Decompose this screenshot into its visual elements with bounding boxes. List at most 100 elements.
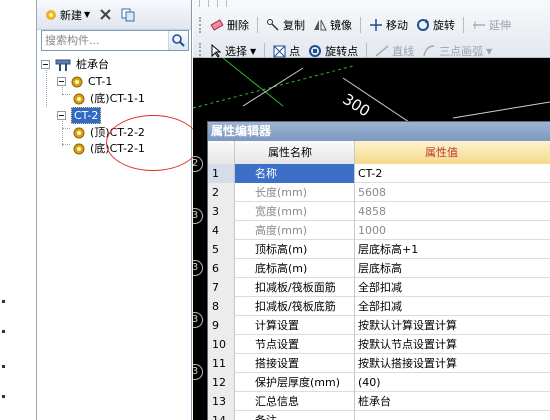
property-row[interactable]: 9 计算设置 按默认计算设置计算 <box>208 316 550 335</box>
property-value[interactable]: 全部扣减 <box>355 297 550 316</box>
property-editor-dialog: 属性编辑器 属性名称 属性值 1 名称 CT-2 2 长度(mm) 5608 3… <box>207 121 550 420</box>
eraser-icon <box>210 19 224 31</box>
delete-button[interactable] <box>97 4 114 26</box>
property-name: 保护层厚度(mm) <box>235 373 355 392</box>
row-number: 14 <box>208 411 235 420</box>
property-row[interactable]: 13 汇总信息 桩承台 <box>208 392 550 411</box>
property-value[interactable] <box>355 411 550 420</box>
row-number: 3 <box>208 202 235 221</box>
row-number: 1 <box>208 164 235 183</box>
property-row[interactable]: 7 扣减板/筏板面筋 全部扣减 <box>208 278 550 297</box>
tree-root-node[interactable]: 桩承台 <box>41 56 111 73</box>
select-tool-label: 选择 <box>225 45 247 58</box>
tree-toolbar: 新建 ▼ <box>37 0 191 30</box>
delete-tool-button[interactable]: 删除 <box>210 17 249 33</box>
property-name: 扣减板/筏板底筋 <box>235 297 355 316</box>
property-row[interactable]: 6 底标高(m) 层底标高 <box>208 259 550 278</box>
property-name: 名称 <box>235 164 355 183</box>
extend-tool-label: 延伸 <box>489 19 511 32</box>
search-input[interactable] <box>42 31 168 50</box>
property-row[interactable]: 2 长度(mm) 5608 <box>208 183 550 202</box>
tree-node-ct2[interactable]: CT-2 <box>57 107 102 124</box>
gear-icon <box>73 93 85 104</box>
tree-node-ct1[interactable]: CT-1 <box>57 73 114 90</box>
copy-tool-button[interactable]: 复制 <box>266 17 305 33</box>
row-number: 4 <box>208 221 235 240</box>
tree-node-label: 桩承台 <box>76 58 109 71</box>
property-row[interactable]: 1 名称 CT-2 <box>208 164 550 183</box>
property-row[interactable]: 10 节点设置 按默认节点设置计算 <box>208 335 550 354</box>
property-name: 顶标高(m) <box>235 240 355 259</box>
property-name: 宽度(mm) <box>235 202 355 221</box>
property-name: 节点设置 <box>235 335 355 354</box>
row-number: 8 <box>208 297 235 316</box>
line-icon <box>375 45 389 57</box>
row-number: 6 <box>208 259 235 278</box>
property-value[interactable]: 1000 <box>355 221 550 240</box>
rotate-point-tool-button[interactable]: 旋转点 <box>308 43 358 59</box>
property-value[interactable]: (40) <box>355 373 550 392</box>
property-row[interactable]: 8 扣减板/筏板底筋 全部扣减 <box>208 297 550 316</box>
gear-icon <box>73 127 85 138</box>
tree-node-label: (底)CT-1-1 <box>90 92 145 105</box>
copy-button[interactable] <box>119 4 137 26</box>
property-row[interactable]: 14 备注 <box>208 411 550 420</box>
property-value[interactable]: 全部扣减 <box>355 278 550 297</box>
search-icon <box>172 34 185 47</box>
gear-icon <box>71 76 83 87</box>
property-value[interactable]: 4858 <box>355 202 550 221</box>
property-value[interactable]: 按默认搭接设置计算 <box>355 354 550 373</box>
grid-header-row: 属性名称 属性值 <box>208 141 550 164</box>
annotation-ellipse <box>106 115 200 171</box>
property-name: 汇总信息 <box>235 392 355 411</box>
arc-icon <box>423 45 435 57</box>
three-point-arc-tool-button[interactable]: 三点画弧 ▼ <box>422 43 492 59</box>
mirror-tool-button[interactable]: 镜像 <box>313 17 352 33</box>
new-button[interactable]: 新建 ▼ <box>42 4 92 26</box>
tree-node-label-selected: CT-2 <box>71 107 102 124</box>
point-tool-button[interactable]: 点 <box>273 43 300 59</box>
dialog-title: 属性编辑器 <box>208 122 550 141</box>
property-name: 长度(mm) <box>235 183 355 202</box>
chevron-down-icon: ▼ <box>84 10 91 19</box>
property-value[interactable]: 桩承台 <box>355 392 550 411</box>
row-number: 12 <box>208 373 235 392</box>
extend-tool-button[interactable]: 延伸 <box>472 17 511 33</box>
property-row[interactable]: 5 顶标高(m) 层底标高+1 <box>208 240 550 259</box>
rotate-point-tool-label: 旋转点 <box>325 45 359 58</box>
toolbar-grip[interactable] <box>199 17 202 33</box>
search-button[interactable] <box>168 31 188 50</box>
rotate-tool-button[interactable]: 旋转 <box>416 17 455 33</box>
extend-icon <box>473 21 485 29</box>
row-number: 2 <box>208 183 235 202</box>
row-number: 13 <box>208 392 235 411</box>
property-row[interactable]: 4 高度(mm) 1000 <box>208 221 550 240</box>
property-name: 搭接设置 <box>235 354 355 373</box>
move-tool-label: 移动 <box>386 19 408 32</box>
collapse-icon[interactable] <box>41 60 50 69</box>
search-box <box>41 30 189 51</box>
property-value[interactable]: CT-2 <box>355 164 550 183</box>
property-row[interactable]: 11 搭接设置 按默认搭接设置计算 <box>208 354 550 373</box>
property-value[interactable]: 层底标高 <box>355 259 550 278</box>
line-tool-button[interactable]: 直线 <box>375 43 414 59</box>
move-icon <box>370 19 382 31</box>
property-value[interactable]: 按默认节点设置计算 <box>355 335 550 354</box>
property-value[interactable]: 层底标高+1 <box>355 240 550 259</box>
collapse-icon[interactable] <box>57 111 66 120</box>
toolbar-grip[interactable] <box>199 43 202 59</box>
rotate-tool-label: 旋转 <box>433 19 455 32</box>
property-row[interactable]: 12 保护层厚度(mm) (40) <box>208 373 550 392</box>
three-point-arc-tool-label: 三点画弧 <box>439 45 484 58</box>
move-tool-button[interactable]: 移动 <box>369 17 408 33</box>
collapse-icon[interactable] <box>57 77 66 86</box>
main-toolbar: 删除 复制 镜像 移动 旋转 延伸 选择 ▼ 点 旋转点 直线 三点画弧 ▼ <box>193 0 550 59</box>
select-tool-button[interactable]: 选择 ▼ <box>210 43 256 59</box>
property-value[interactable]: 5608 <box>355 183 550 202</box>
row-number: 10 <box>208 335 235 354</box>
property-value[interactable]: 按默认计算设置计算 <box>355 316 550 335</box>
pile-cap-icon <box>55 59 71 71</box>
point-tool-label: 点 <box>289 45 301 58</box>
property-row[interactable]: 3 宽度(mm) 4858 <box>208 202 550 221</box>
tree-node-ct1-1[interactable]: (底)CT-1-1 <box>73 90 147 107</box>
